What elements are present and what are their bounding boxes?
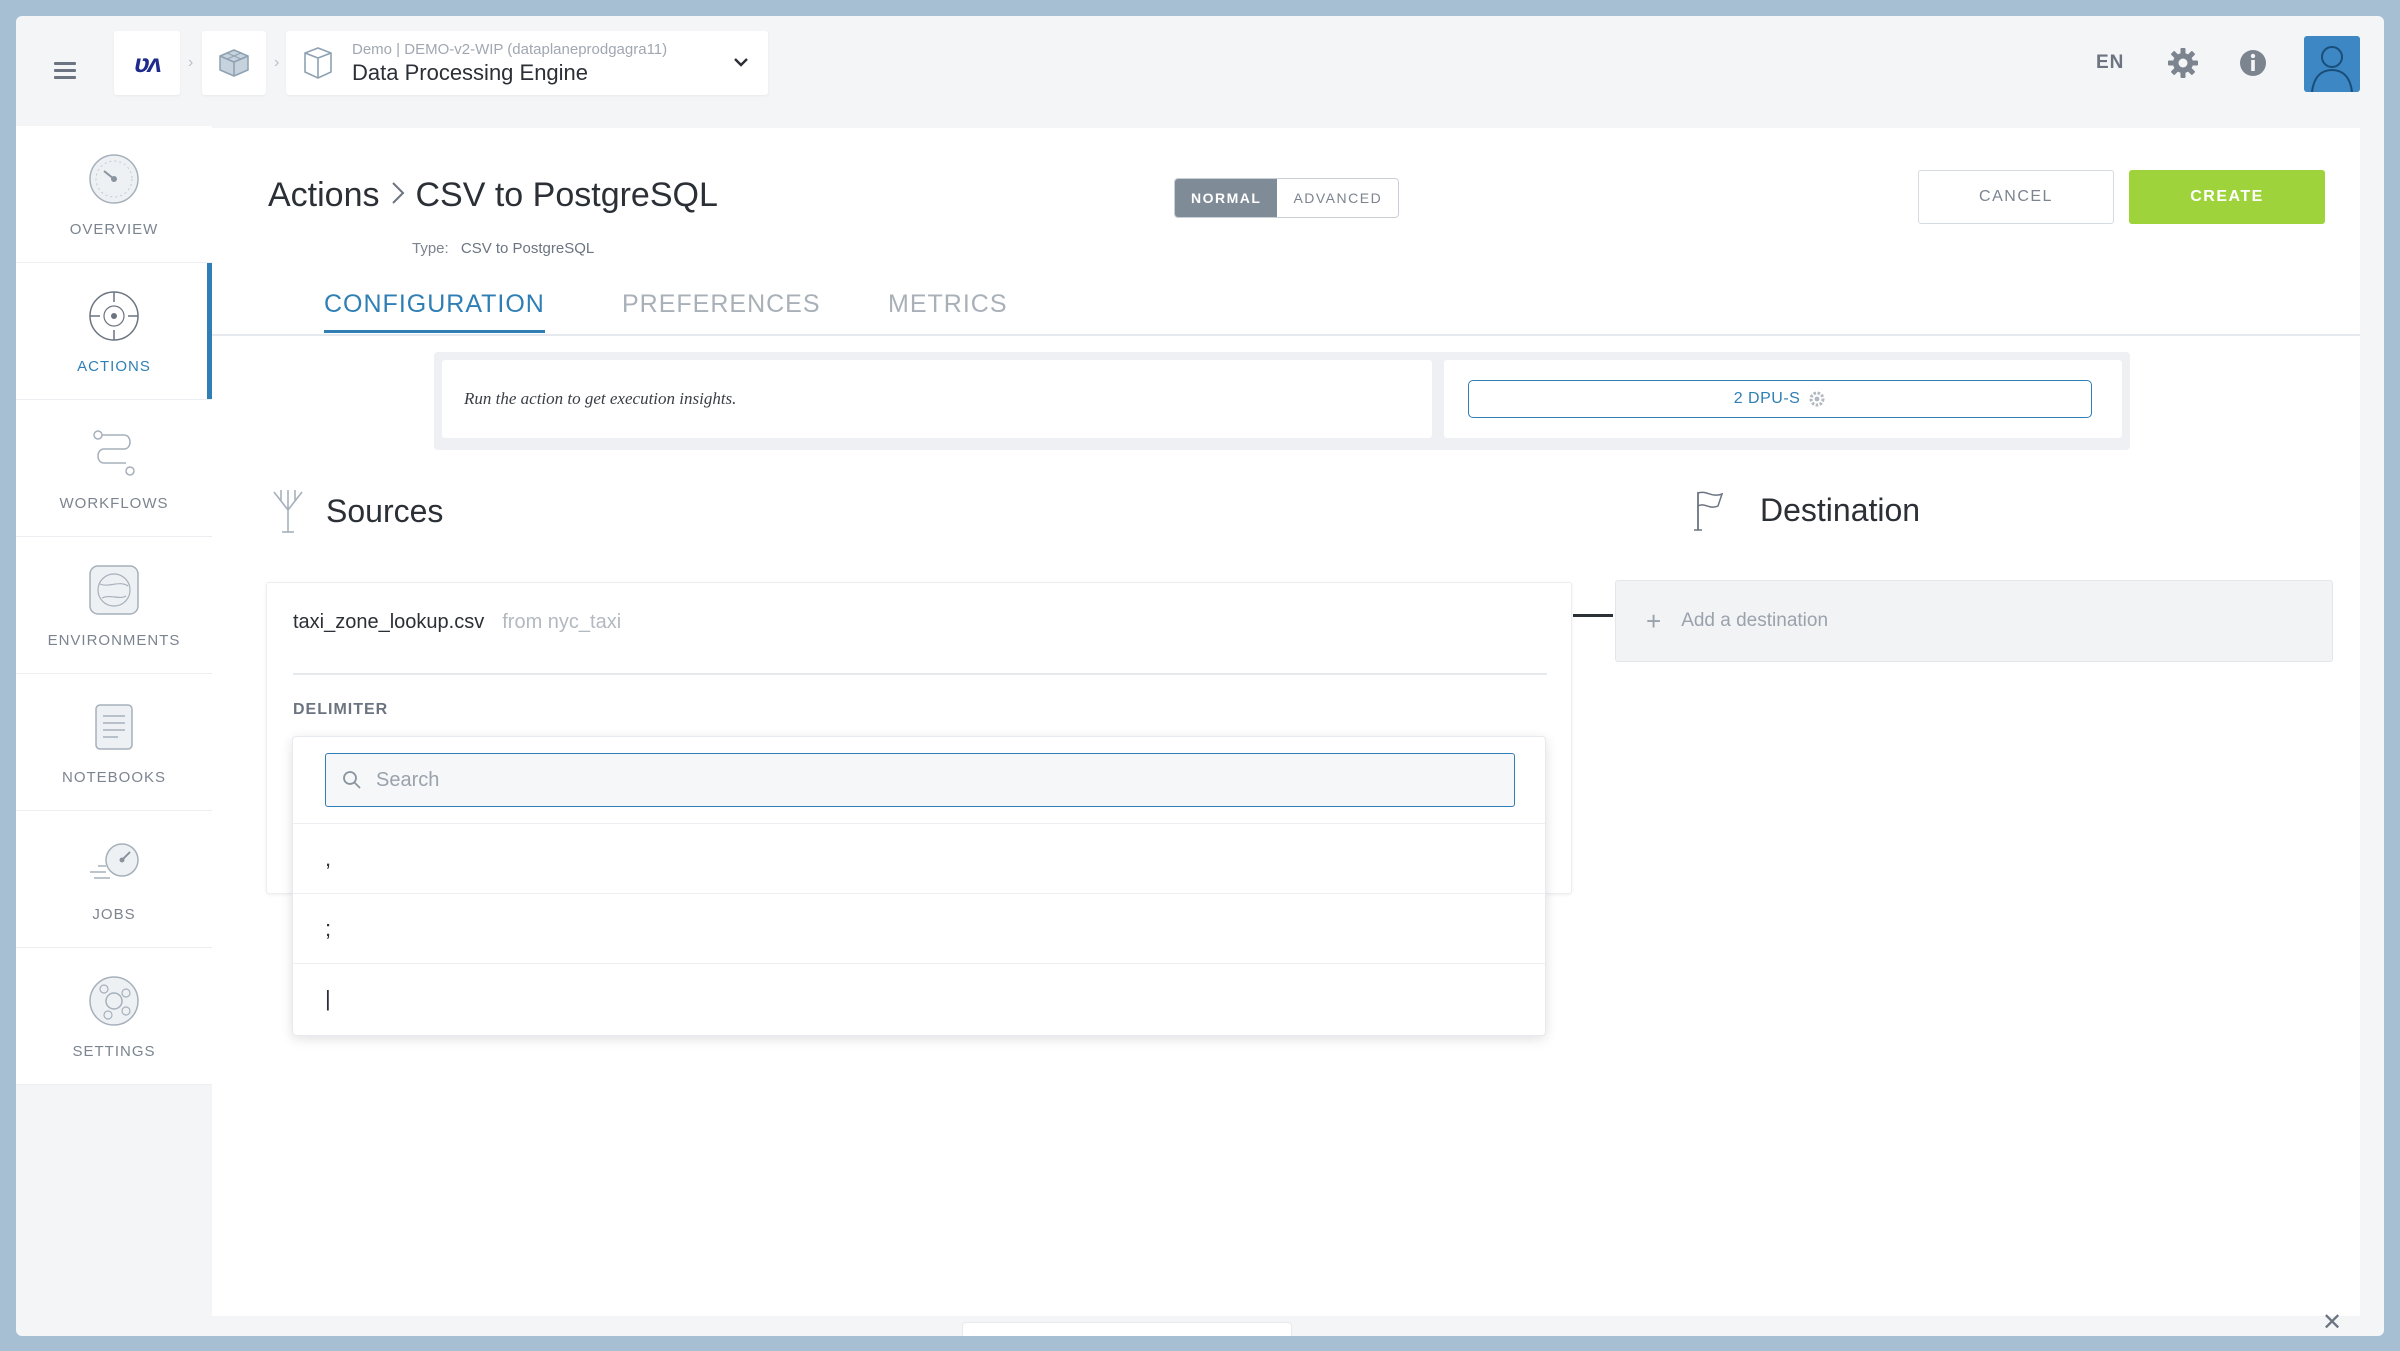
breadcrumb-actions-link[interactable]: Actions [268,176,380,215]
delimiter-option-pipe[interactable]: | [293,963,1545,1033]
chevron-right-icon [388,178,408,213]
page-title: Actions CSV to PostgreSQL [268,176,718,215]
delimiter-option-semicolon[interactable]: ; [293,893,1545,963]
workflow-icon [93,429,135,476]
sidebar-item-environments[interactable]: ENVIRONMENTS [16,537,212,674]
add-destination-button[interactable]: + Add a destination [1615,580,2333,662]
gauge-icon [89,153,139,204]
gear-icon [89,975,139,1026]
sidebar: OVERVIEW ACTIONS WORKFLOWS ENVIRONMENTS … [16,126,212,1085]
menu-icon[interactable] [54,62,76,79]
tab-metrics[interactable]: METRICS [888,290,1008,319]
sources-title: Sources [326,492,444,529]
sidebar-item-notebooks[interactable]: NOTEBOOKS [16,674,212,811]
type-value: CSV to PostgreSQL [460,240,595,257]
sidebar-item-overview[interactable]: OVERVIEW [16,126,212,263]
add-destination-label: Add a destination [1681,610,1829,631]
info-icon[interactable] [2236,46,2270,80]
notebook-icon [95,703,133,750]
sidebar-item-label: NOTEBOOKS [61,768,167,786]
package-icon [304,47,332,79]
mode-toggle: NORMAL ADVANCED [1174,178,1400,218]
environment-title: Data Processing Engine [352,59,589,85]
tab-bar: CONFIGURATION PREFERENCES METRICS [212,278,2360,336]
execution-insights: Run the action to get execution insights… [434,352,2130,450]
sidebar-item-label: SETTINGS [72,1042,156,1060]
sidebar-item-settings[interactable]: SETTINGS [16,948,212,1085]
dpu-panel: 2 DPU-S [1444,360,2122,438]
advanced-mode-button[interactable]: ADVANCED [1277,179,1399,217]
sidebar-item-label: ACTIONS [77,357,151,375]
sources-icon [273,490,303,533]
globe-icon [89,564,139,615]
destination-header: Destination [1692,488,1920,532]
gear-icon [1809,391,1825,407]
source-destination-connector [1573,614,1613,617]
sidebar-item-actions[interactable]: ACTIONS [16,263,212,400]
environment-selector[interactable]: Demo | DEMO-v2-WIP (dataplaneprodgagra11… [286,31,768,95]
home-logo-button[interactable]: ʋʌ [114,31,180,95]
delimiter-option-comma[interactable]: , [293,823,1545,893]
language-selector[interactable]: EN [2096,52,2124,74]
action-type: Type: CSV to PostgreSQL [412,240,594,257]
environment-subtitle: Demo | DEMO-v2-WIP (dataplaneprodgagra11… [352,40,668,58]
breadcrumb-separator: › [274,54,280,71]
cube-icon [219,49,249,77]
sidebar-item-jobs[interactable]: JOBS [16,811,212,948]
sidebar-item-workflows[interactable]: WORKFLOWS [16,400,212,537]
sidebar-item-label: ENVIRONMENTS [47,631,181,649]
sources-header: Sources [268,488,443,534]
divider [293,673,1547,675]
search-input[interactable] [376,768,1476,792]
drawer-handle[interactable] [962,1322,1292,1336]
insights-message-box: Run the action to get execution insights… [442,360,1432,438]
delimiter-dropdown: , ; | [292,736,1546,1036]
flag-icon [1694,491,1724,531]
search-icon [343,771,361,789]
plus-icon: + [1646,605,1662,636]
brand-logo-icon: ʋʌ [134,47,162,78]
breadcrumb-separator: › [188,54,194,71]
source-file: taxi_zone_lookup.csv from nyc_taxi [293,611,621,634]
insights-message: Run the action to get execution insights… [464,389,737,408]
sidebar-item-label: OVERVIEW [69,220,159,238]
sidebar-item-label: WORKFLOWS [59,494,169,512]
cancel-button[interactable]: CANCEL [1918,170,2114,224]
type-label: Type: [412,240,449,257]
source-origin: from nyc_taxi [502,611,622,633]
source-file-name: taxi_zone_lookup.csv [293,611,485,633]
gear-icon[interactable] [2166,46,2200,80]
main-panel: Actions CSV to PostgreSQL Type: CSV to P… [212,128,2360,1336]
sidebar-item-label: JOBS [92,905,136,923]
chevron-down-icon[interactable] [732,53,750,71]
action-name: CSV to PostgreSQL [415,176,718,214]
dropdown-search [325,753,1515,807]
dpu-label: 2 DPU-S [1733,390,1801,407]
user-icon [2311,46,2353,92]
delimiter-label: DELIMITER [293,701,389,718]
close-icon[interactable]: ✕ [2322,1308,2342,1336]
normal-mode-button[interactable]: NORMAL [1175,179,1278,217]
dpu-button[interactable]: 2 DPU-S [1468,380,2092,418]
tab-preferences[interactable]: PREFERENCES [622,290,821,319]
user-avatar[interactable] [2304,36,2360,92]
organization-button[interactable] [202,31,266,95]
top-bar: ʋʌ › › Demo | DEMO-v2-WIP (dataplaneprod… [16,16,2384,126]
crosshair-icon [89,290,139,341]
tab-configuration[interactable]: CONFIGURATION [324,290,545,333]
create-button[interactable]: CREATE [2129,170,2325,224]
speedometer-icon [90,842,139,879]
app-window: ʋʌ › › Demo | DEMO-v2-WIP (dataplaneprod… [16,16,2384,1336]
destination-title: Destination [1760,491,1921,528]
